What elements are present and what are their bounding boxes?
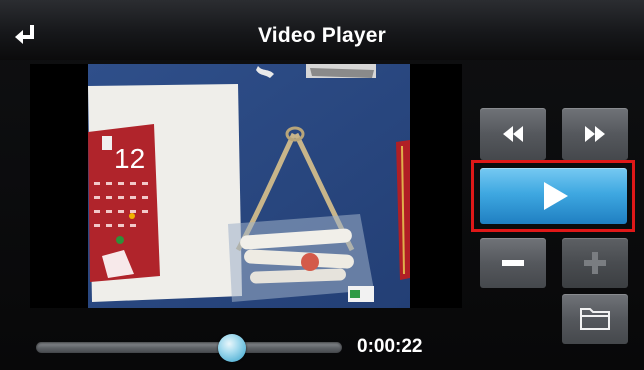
volume-down-button[interactable] — [480, 238, 546, 288]
open-file-button[interactable] — [562, 294, 628, 344]
rewind-icon — [503, 126, 523, 142]
page-title: Video Player — [257, 24, 387, 47]
plus-icon — [584, 252, 606, 274]
seek-bar[interactable] — [36, 342, 342, 353]
fast-forward-icon — [585, 126, 605, 142]
video-player-screen: Video Player 12 0:00:22 — [0, 0, 644, 370]
fast-forward-button[interactable] — [562, 108, 628, 160]
elapsed-time: 0:00:22 — [357, 336, 423, 357]
volume-up-button[interactable] — [562, 238, 628, 288]
rewind-button[interactable] — [480, 108, 546, 160]
play-icon — [544, 182, 568, 210]
video-frame-image: 12 — [88, 64, 410, 308]
seek-knob[interactable] — [217, 334, 246, 362]
video-frame: 12 — [88, 64, 410, 308]
calendar-number: 12 — [114, 143, 145, 174]
video-area[interactable]: 12 — [30, 64, 462, 308]
play-button[interactable] — [480, 168, 627, 224]
minus-icon — [502, 260, 524, 266]
folder-icon — [580, 308, 610, 330]
title-bar: Video Player — [0, 0, 644, 60]
